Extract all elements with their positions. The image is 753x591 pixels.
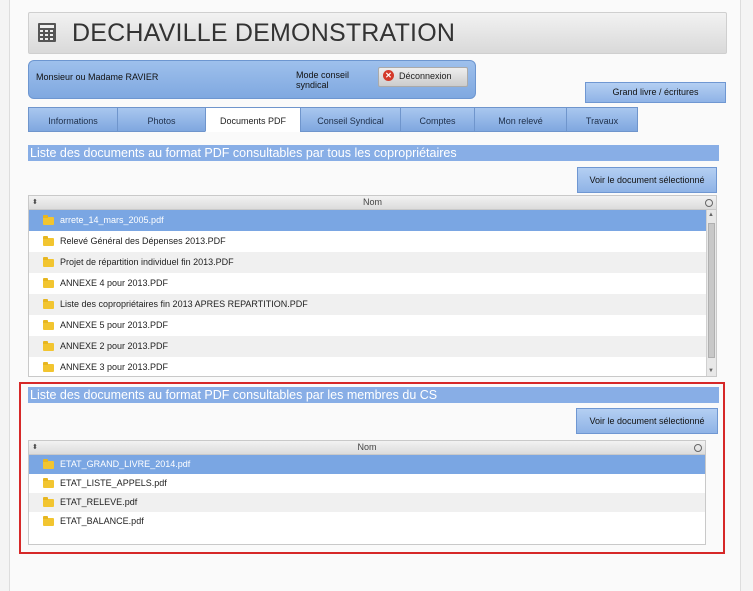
tab-documents-pdf[interactable]: Documents PDF <box>205 107 300 132</box>
tab-bar: Informations Photos Documents PDF Consei… <box>28 107 638 133</box>
grand-livre-button[interactable]: Grand livre / écritures <box>585 82 726 103</box>
list-item[interactable]: ANNEXE 3 pour 2013.PDF <box>29 357 706 375</box>
grid-header[interactable]: ⬍ Nom <box>29 196 716 210</box>
list-item[interactable]: ANNEXE 5 pour 2013.PDF <box>29 315 706 336</box>
column-name-header[interactable]: Nom <box>363 197 382 207</box>
view-document-button[interactable]: Voir le document sélectionné <box>577 167 717 193</box>
tab-conseil-syndical[interactable]: Conseil Syndical <box>300 107 400 132</box>
folder-icon <box>43 299 54 309</box>
folder-icon <box>43 236 54 246</box>
building-icon <box>38 23 56 42</box>
close-icon: ✕ <box>383 70 394 81</box>
scroll-thumb[interactable] <box>708 223 715 358</box>
folder-icon <box>43 341 54 351</box>
logout-label[interactable]: Déconnexion <box>399 71 452 81</box>
folder-icon <box>43 362 54 372</box>
tab-mon-releve[interactable]: Mon relevé <box>474 107 566 132</box>
tab-informations[interactable]: Informations <box>28 107 117 132</box>
mode-label: Mode conseil syndical <box>296 70 350 90</box>
user-name: Monsieur ou Madame RAVIER <box>36 72 159 82</box>
search-icon[interactable] <box>705 199 713 207</box>
scroll-up-icon[interactable]: ▲ <box>708 212 714 218</box>
sort-icon[interactable]: ⬍ <box>32 196 38 209</box>
folder-icon <box>43 257 54 267</box>
folder-icon <box>43 215 54 225</box>
scroll-down-icon[interactable]: ▼ <box>708 368 714 374</box>
list-item[interactable]: ANNEXE 2 pour 2013.PDF <box>29 336 706 357</box>
list-item[interactable]: arrete_14_mars_2005.pdf <box>29 210 706 231</box>
tab-photos[interactable]: Photos <box>117 107 205 132</box>
folder-icon <box>43 278 54 288</box>
list-item[interactable]: ANNEXE 4 pour 2013.PDF <box>29 273 706 294</box>
tab-travaux[interactable]: Travaux <box>566 107 638 132</box>
scrollbar[interactable]: ▲ ▼ <box>706 210 716 376</box>
documents-grid-public: ⬍ Nom arrete_14_mars_2005.pdf Relevé Gén… <box>28 195 717 377</box>
section1-title: Liste des documents au format PDF consul… <box>28 145 719 161</box>
list-item[interactable]: Projet de répartition individuel fin 201… <box>29 252 706 273</box>
list-item[interactable]: Relevé Général des Dépenses 2013.PDF <box>29 231 706 252</box>
highlight-frame <box>19 382 725 554</box>
app-title: DECHAVILLE DEMONSTRATION <box>72 19 456 47</box>
folder-icon <box>43 320 54 330</box>
tab-comptes[interactable]: Comptes <box>400 107 474 132</box>
list-item[interactable]: Liste des copropriétaires fin 2013 APRES… <box>29 294 706 315</box>
